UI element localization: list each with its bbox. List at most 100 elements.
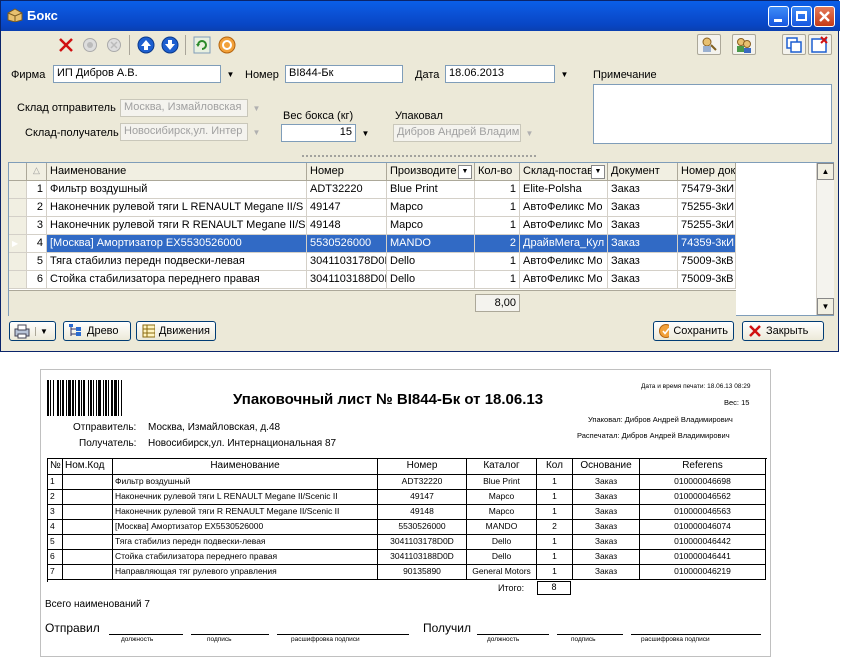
upakoval-dropdown-button[interactable]: ▼ [521, 125, 538, 141]
ves-field[interactable]: 15 [281, 124, 356, 142]
sklad-otpr-field[interactable]: Москва, Измайловская [120, 99, 248, 117]
column-header-producer[interactable]: Производите ▼ [387, 163, 475, 181]
grid-cell-n[interactable]: 6 [27, 271, 47, 289]
sklad-otpr-dropdown-button[interactable]: ▼ [248, 100, 265, 116]
grid-cell-nomer[interactable]: 5530526000 [307, 235, 387, 253]
dvizheniya-button[interactable]: Движения [136, 321, 216, 341]
grid-cell-n[interactable]: 3 [27, 217, 47, 235]
grid-row[interactable]: 5 Тяга стабилиз передн подвески-левая 3041… [9, 253, 736, 271]
wizard-button[interactable] [697, 34, 721, 55]
column-header-doc[interactable]: Документ [608, 163, 678, 181]
grid-cell-docnum[interactable]: 75255-3кИ [678, 217, 736, 235]
grid-cell-name[interactable]: Наконечник рулевой тяги L RENAULT Megane… [47, 199, 307, 217]
column-header-qty[interactable]: Кол-во [475, 163, 520, 181]
upakoval-field[interactable]: Дибров Андрей Владим [393, 124, 521, 142]
grid-cell-n[interactable]: 2 [27, 199, 47, 217]
grid-cell-doc[interactable]: Заказ [608, 235, 678, 253]
disabled-action-button-1[interactable] [79, 34, 100, 55]
grid-cell-name[interactable]: Стойка стабилизатора переднего правая [47, 271, 307, 289]
grid-cell-prod[interactable]: MANDO [387, 235, 475, 253]
grid-row[interactable]: 2 Наконечник рулевой тяги L RENAULT Megan… [9, 199, 736, 217]
scroll-up-arrow-icon[interactable]: ▲ [817, 163, 834, 180]
grid-cell-docnum[interactable]: 75009-3кВ [678, 253, 736, 271]
grid-cell-doc[interactable]: Заказ [608, 181, 678, 199]
nomer-field[interactable]: BI844-Бк [285, 65, 403, 83]
grid-cell-sklad[interactable]: АвтоФеликс Мо [520, 271, 608, 289]
copy-window-button[interactable] [782, 34, 806, 55]
grid-cell-sklad[interactable]: ДрайвМега_Кул [520, 235, 608, 253]
primechanie-field[interactable] [593, 84, 832, 144]
row-indicator[interactable] [9, 217, 27, 235]
grid-cell-n[interactable]: 1 [27, 181, 47, 199]
row-indicator[interactable] [9, 199, 27, 217]
scroll-down-arrow-icon[interactable]: ▼ [817, 298, 834, 315]
close-form-button[interactable] [808, 34, 832, 55]
column-header-sklad[interactable]: Склад-постав ▼ [520, 163, 608, 181]
grid-row[interactable]: ▶ 4 [Москва] Амортизатор EX5530526000 55305… [9, 235, 736, 253]
grid-cell-n[interactable]: 4 [27, 235, 47, 253]
grid-cell-docnum[interactable]: 75479-3кИ [678, 181, 736, 199]
splitter-handle[interactable] [301, 154, 537, 158]
users-button[interactable] [732, 34, 756, 55]
grid-cell-doc[interactable]: Заказ [608, 271, 678, 289]
grid-cell-name[interactable]: [Москва] Амортизатор EX5530526000 [47, 235, 307, 253]
sort-indicator[interactable]: △ [27, 163, 47, 181]
grid-row[interactable]: 1 Фильтр воздушный ADT32220 Blue Print 1 Elit… [9, 181, 736, 199]
move-down-button[interactable] [159, 34, 180, 55]
grid-cell-qty[interactable]: 1 [475, 271, 520, 289]
grid-cell-qty[interactable]: 1 [475, 199, 520, 217]
grid-cell-qty[interactable]: 2 [475, 235, 520, 253]
grid-cell-prod[interactable]: Dello [387, 271, 475, 289]
date-dropdown-button[interactable]: ▼ [556, 66, 573, 82]
grid-row[interactable]: 3 Наконечник рулевой тяги R RENAULT Megan… [9, 217, 736, 235]
drevo-button[interactable]: Древо [63, 321, 131, 341]
grid-cell-sklad[interactable]: Elite-Polsha [520, 181, 608, 199]
grid-cell-prod[interactable]: Mapco [387, 199, 475, 217]
firma-dropdown-button[interactable]: ▼ [222, 66, 239, 82]
grid-cell-name[interactable]: Тяга стабилиз передн подвески-левая [47, 253, 307, 271]
grid-cell-qty[interactable]: 1 [475, 253, 520, 271]
sklad-pol-dropdown-button[interactable]: ▼ [248, 124, 265, 140]
firma-field[interactable]: ИП Дибров А.В. [53, 65, 221, 83]
filter-dropdown-icon[interactable]: ▼ [591, 165, 605, 179]
move-up-button[interactable] [135, 34, 156, 55]
print-button[interactable]: ▼ [9, 321, 56, 341]
grid-cell-prod[interactable]: Blue Print [387, 181, 475, 199]
refresh-button[interactable] [191, 34, 212, 55]
grid-cell-nomer[interactable]: 3041103178D0I [307, 253, 387, 271]
ves-dropdown-button[interactable]: ▼ [357, 125, 374, 141]
grid-cell-doc[interactable]: Заказ [608, 253, 678, 271]
minimize-button[interactable] [768, 6, 789, 27]
row-indicator[interactable] [9, 271, 27, 289]
close-window-button[interactable] [814, 6, 835, 27]
save-button[interactable]: Сохранить [653, 321, 734, 341]
grid-cell-qty[interactable]: 1 [475, 217, 520, 235]
grid-cell-name[interactable]: Наконечник рулевой тяги R RENAULT Megane… [47, 217, 307, 235]
row-indicator[interactable] [9, 253, 27, 271]
column-header-nomer[interactable]: Номер [307, 163, 387, 181]
grid-row[interactable]: 6 Стойка стабилизатора переднего правая 30… [9, 271, 736, 289]
grid-cell-nomer[interactable]: 49148 [307, 217, 387, 235]
chevron-down-icon[interactable]: ▼ [35, 326, 48, 336]
grid-cell-prod[interactable]: Dello [387, 253, 475, 271]
title-bar[interactable]: Бокс [1, 1, 840, 31]
grid-cell-qty[interactable]: 1 [475, 181, 520, 199]
grid-cell-nomer[interactable]: ADT32220 [307, 181, 387, 199]
grid-cell-doc[interactable]: Заказ [608, 199, 678, 217]
row-indicator[interactable] [9, 181, 27, 199]
disabled-action-button-2[interactable] [103, 34, 124, 55]
maximize-button[interactable] [791, 6, 812, 27]
grid-scrollbar[interactable]: ▲ ▼ [816, 163, 834, 315]
grid-cell-docnum[interactable]: 75009-3кВ [678, 271, 736, 289]
filter-dropdown-icon[interactable]: ▼ [458, 165, 472, 179]
date-field[interactable]: 18.06.2013 [445, 65, 555, 83]
grid-cell-sklad[interactable]: АвтоФеликс Мо [520, 199, 608, 217]
sklad-pol-field[interactable]: Новосибирск,ул. Интер [120, 123, 248, 141]
close-button[interactable]: Закрыть [742, 321, 824, 341]
grid-cell-n[interactable]: 5 [27, 253, 47, 271]
orange-circle-button[interactable] [216, 34, 237, 55]
grid-cell-sklad[interactable]: АвтоФеликс Мо [520, 217, 608, 235]
grid-cell-nomer[interactable]: 3041103188D0I [307, 271, 387, 289]
column-header-name[interactable]: Наименование [47, 163, 307, 181]
row-indicator[interactable]: ▶ [9, 235, 27, 253]
